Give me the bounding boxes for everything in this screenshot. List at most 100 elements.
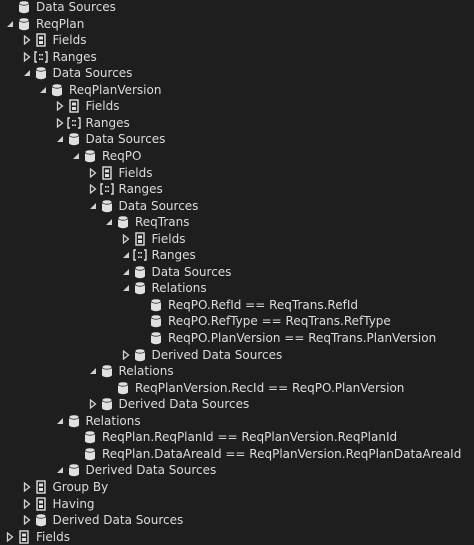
tree-node[interactable]: Ranges xyxy=(120,247,196,263)
tree-node[interactable]: ReqPO.RefType == ReqTrans.RefType xyxy=(136,313,391,329)
tree-node-label: Data Sources xyxy=(85,132,166,147)
tree-node-label: ReqPO.PlanVersion == ReqTrans.PlanVersio… xyxy=(168,331,437,345)
tree-node[interactable]: Ranges xyxy=(21,49,97,65)
arrow-placeholder xyxy=(70,446,82,462)
expanded-arrow-icon[interactable] xyxy=(21,65,33,81)
tree-node-label: Having xyxy=(52,496,95,511)
collapsed-arrow-icon[interactable] xyxy=(120,231,132,247)
expanded-arrow-icon[interactable] xyxy=(4,16,16,32)
tree-node[interactable]: Derived Data Sources xyxy=(21,512,183,528)
datasource-icon xyxy=(16,16,32,32)
tree-node[interactable]: ReqPlan.DataAreaId == ReqPlanVersion.Req… xyxy=(70,446,461,462)
tree-node[interactable]: ReqPO xyxy=(70,148,141,164)
fields-icon xyxy=(132,231,148,247)
tree-node[interactable]: Fields xyxy=(21,32,87,48)
tree-node[interactable]: ReqPO.PlanVersion == ReqTrans.PlanVersio… xyxy=(136,330,436,346)
expanded-arrow-icon[interactable] xyxy=(87,198,99,214)
tree-node-label: ReqPO.RefType == ReqTrans.RefType xyxy=(168,314,391,329)
tree-node[interactable]: Derived Data Sources xyxy=(87,396,250,412)
tree-node-label: ReqPO xyxy=(102,148,142,163)
tree-node-label: ReqPlanVersion.RecId == ReqPO.PlanVersio… xyxy=(135,380,405,395)
tree-node-label: Ranges xyxy=(85,115,130,130)
tree-node[interactable]: Ranges xyxy=(87,181,163,197)
tree-node-label: Ranges xyxy=(52,49,97,64)
tree-node-label: Fields xyxy=(151,231,186,246)
tree-node[interactable]: ReqTrans xyxy=(103,214,190,230)
tree-node[interactable]: Fields xyxy=(54,98,119,114)
ranges-icon xyxy=(66,115,82,131)
tree-node[interactable]: Data Sources xyxy=(21,65,132,81)
tree-node-label: Group By xyxy=(52,479,109,494)
fields-icon xyxy=(33,32,49,48)
expanded-arrow-icon[interactable] xyxy=(70,148,82,164)
tree-node-label: Data Sources xyxy=(36,0,116,14)
tree-node[interactable]: ReqPlan xyxy=(4,16,84,32)
tree-node[interactable]: Relations xyxy=(87,363,174,379)
tree-node[interactable]: Ranges xyxy=(54,115,130,131)
expanded-arrow-icon[interactable] xyxy=(54,131,66,147)
datasource-icon xyxy=(132,280,148,296)
arrow-placeholder xyxy=(103,380,115,396)
tree-node-label: Fields xyxy=(52,33,87,48)
tree-node-label: Ranges xyxy=(118,182,163,197)
tree-node-label: Data Sources xyxy=(118,198,199,213)
collapsed-arrow-icon[interactable] xyxy=(4,529,16,545)
datasource-icon xyxy=(66,131,82,147)
tree-node-label: Relations xyxy=(85,413,141,428)
tree-node[interactable]: Data Sources xyxy=(4,0,116,15)
expanded-arrow-icon[interactable] xyxy=(120,264,132,280)
collapsed-arrow-icon[interactable] xyxy=(120,347,132,363)
tree-node[interactable]: Fields xyxy=(4,529,70,545)
tree-node-label: ReqPlanVersion xyxy=(69,82,162,97)
tree-node-label: Derived Data Sources xyxy=(151,347,283,362)
tree-node[interactable]: Derived Data Sources xyxy=(120,347,283,363)
expanded-arrow-icon[interactable] xyxy=(54,413,66,429)
tree-node-label: Data Sources xyxy=(151,264,232,279)
collapsed-arrow-icon[interactable] xyxy=(21,479,33,495)
expanded-arrow-icon[interactable] xyxy=(54,462,66,478)
arrow-placeholder xyxy=(4,0,16,15)
tree-node[interactable]: Fields xyxy=(87,165,152,181)
tree-node[interactable]: ReqPlanVersion xyxy=(37,82,161,98)
tree-node-label: ReqTrans xyxy=(135,215,190,230)
collapsed-arrow-icon[interactable] xyxy=(54,98,66,114)
ranges-icon xyxy=(99,181,115,197)
datasource-icon xyxy=(33,65,49,81)
collapsed-arrow-icon[interactable] xyxy=(21,496,33,512)
tree-node[interactable]: Derived Data Sources xyxy=(54,462,216,478)
tree-node-label: ReqPlan.ReqPlanId == ReqPlanVersion.ReqP… xyxy=(102,430,398,445)
collapsed-arrow-icon[interactable] xyxy=(87,181,99,197)
tree-node-label: Relations xyxy=(151,281,207,296)
tree-node[interactable]: Relations xyxy=(120,280,207,296)
fields-icon xyxy=(16,529,32,545)
tree-node[interactable]: Data Sources xyxy=(54,131,166,147)
expanded-arrow-icon[interactable] xyxy=(120,280,132,296)
datasource-icon xyxy=(99,363,115,379)
tree-node-label: ReqPlan.DataAreaId == ReqPlanVersion.Req… xyxy=(102,446,462,461)
tree-node-label: Ranges xyxy=(151,248,196,263)
expanded-arrow-icon[interactable] xyxy=(120,247,132,263)
tree-node[interactable]: ReqPlan.ReqPlanId == ReqPlanVersion.ReqP… xyxy=(70,429,397,445)
tree-node[interactable]: ReqPO.RefId == ReqTrans.RefId xyxy=(136,297,358,313)
datasource-icon xyxy=(148,330,164,346)
collapsed-arrow-icon[interactable] xyxy=(21,32,33,48)
tree-node[interactable]: Having xyxy=(21,496,95,512)
tree-node[interactable]: Relations xyxy=(54,413,141,429)
collapsed-arrow-icon[interactable] xyxy=(87,165,99,181)
tree-node[interactable]: Group By xyxy=(21,479,109,495)
datasource-icon xyxy=(66,413,82,429)
tree-node[interactable]: ReqPlanVersion.RecId == ReqPO.PlanVersio… xyxy=(103,380,404,396)
expanded-arrow-icon[interactable] xyxy=(37,82,49,98)
datasource-icon xyxy=(16,0,32,15)
expanded-arrow-icon[interactable] xyxy=(87,363,99,379)
collapsed-arrow-icon[interactable] xyxy=(21,512,33,528)
tree-node[interactable]: Data Sources xyxy=(87,198,199,214)
collapsed-arrow-icon[interactable] xyxy=(21,49,33,65)
tree-node[interactable]: Data Sources xyxy=(120,264,232,280)
expanded-arrow-icon[interactable] xyxy=(103,214,115,230)
collapsed-arrow-icon[interactable] xyxy=(87,396,99,412)
collapsed-arrow-icon[interactable] xyxy=(54,115,66,131)
tree-node-label: Derived Data Sources xyxy=(118,397,250,412)
arrow-placeholder xyxy=(136,297,148,313)
tree-node[interactable]: Fields xyxy=(120,231,186,247)
